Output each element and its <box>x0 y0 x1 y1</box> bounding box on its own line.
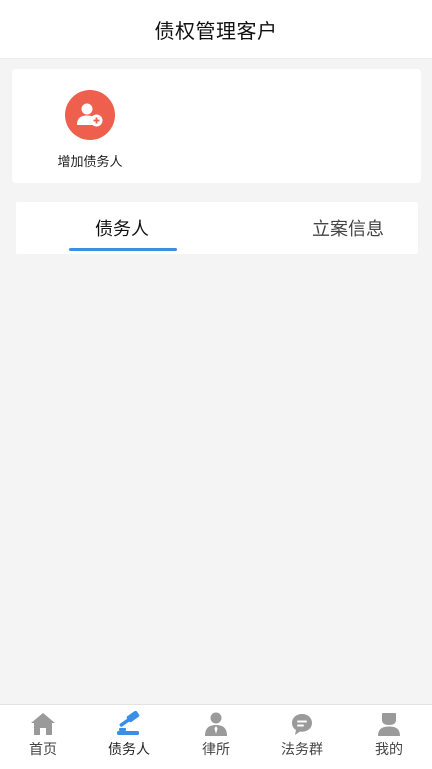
nav-item-mine[interactable]: 我的 <box>346 705 432 769</box>
nav-item-home[interactable]: 首页 <box>0 705 86 769</box>
chat-icon <box>292 714 312 735</box>
nav-label-mine: 我的 <box>375 742 403 758</box>
app-header: 债权管理客户 <box>0 0 432 59</box>
tab-case-info[interactable]: 立案信息 <box>288 202 408 254</box>
nav-label-home: 首页 <box>29 742 57 758</box>
nav-item-law-firm[interactable]: 律所 <box>173 705 259 769</box>
nav-label-debtor: 债务人 <box>108 742 150 758</box>
nav-label-legal-group: 法务群 <box>281 742 323 758</box>
tab-bar: 债务人 立案信息 <box>16 202 418 254</box>
lawyer-icon <box>205 712 227 736</box>
nav-label-law-firm: 律所 <box>202 742 230 758</box>
action-card: 增加债务人 <box>12 69 421 183</box>
add-user-icon <box>65 90 115 140</box>
gavel-icon <box>117 711 140 735</box>
bottom-nav: 首页 债务人 律所 法务群 我的 <box>0 704 432 769</box>
nav-item-legal-group[interactable]: 法务群 <box>259 705 345 769</box>
profile-icon <box>378 713 400 736</box>
home-icon <box>31 713 55 735</box>
nav-item-debtor[interactable]: 债务人 <box>86 705 172 769</box>
page-title: 债权管理客户 <box>154 18 278 43</box>
active-tab-indicator <box>69 248 177 251</box>
add-debtor-button[interactable]: 增加债务人 <box>42 90 138 170</box>
add-debtor-label: 增加债务人 <box>57 155 123 170</box>
tab-debtor[interactable]: 债务人 <box>68 202 176 254</box>
